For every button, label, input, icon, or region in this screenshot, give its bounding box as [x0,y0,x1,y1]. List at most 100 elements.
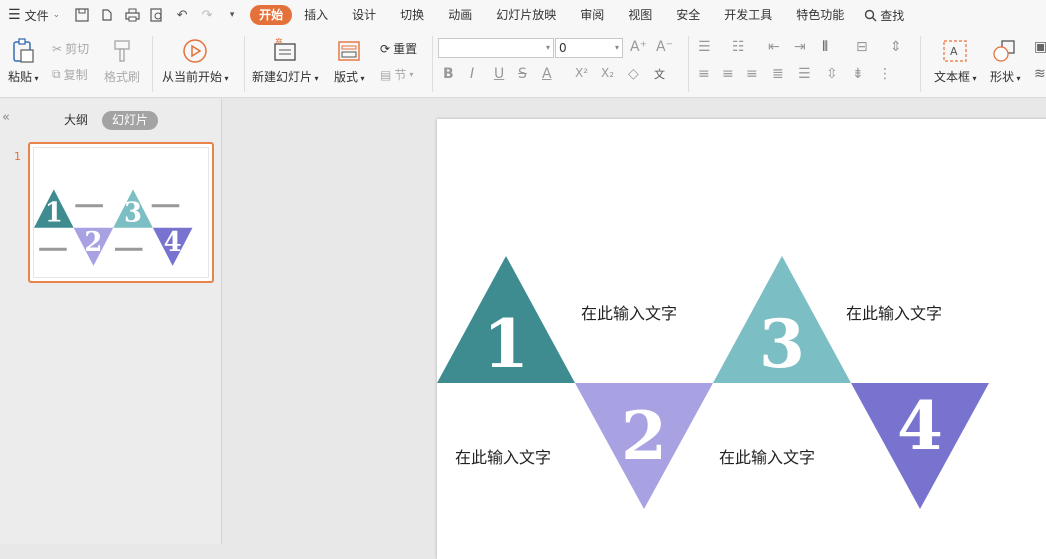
text-direction-icon[interactable]: ⊟ [856,39,868,55]
paste-button[interactable]: 粘贴 ▾ [8,38,39,85]
brush-icon [112,38,132,64]
align-left-icon[interactable]: ≡ [698,66,710,82]
collapse-panel-icon[interactable]: « [2,110,10,125]
bold-icon[interactable]: B [443,66,454,82]
cut-label: 剪切 [65,42,90,56]
tab-insert[interactable]: 插入 [292,5,340,25]
play-from-current-label: 从当前开始 [162,70,223,84]
section-icon: ▤ [380,67,392,82]
vertical-align-icon[interactable]: ⇳ [826,66,838,82]
copy-button[interactable]: ⧉ 复制 [52,66,88,83]
triangle-number-4: 4 [897,387,943,465]
chevron-down-icon: ⌄ [52,10,61,20]
text-placeholder-1[interactable]: 在此输入文字 [581,300,677,324]
subscript-icon[interactable]: X₂ [601,66,614,80]
italic-icon[interactable]: I [470,66,474,82]
picture-icon[interactable]: ▣ [1034,39,1046,55]
align-right-icon[interactable]: ≡ [746,66,758,82]
quick-access-more-icon[interactable]: ▾ [224,7,240,23]
increase-indent-icon[interactable]: ⇥ [794,39,806,55]
font-size-select[interactable]: 0 ▾ [555,38,623,58]
chevron-down-icon: ▾ [409,70,414,79]
tab-view[interactable]: 视图 [616,5,664,25]
triangle-shapes: 1 2 3 4 [437,256,989,509]
play-icon [182,38,208,64]
justify-icon[interactable]: ≣ [772,66,784,82]
text-placeholder-3[interactable]: 在此输入文字 [846,300,942,324]
line-spacing-icon[interactable]: ⇕ [890,39,902,55]
copy-label: 复制 [63,68,88,82]
font-color-icon[interactable]: A [542,66,552,82]
svg-text:✲: ✲ [275,38,283,47]
slide-canvas[interactable]: 1 2 3 4 在此输入文字 在此输入文字 在此输入文字 在此输入文字 [437,119,1046,559]
scissors-icon: ✂ [52,41,63,56]
bullet-list-icon[interactable]: ☰ [698,39,711,55]
new-slide-button[interactable]: ✲ 新建幻灯片 ▾ [252,38,319,85]
tab-outline[interactable]: 大纲 [64,111,88,130]
redo-icon[interactable]: ↷ [199,7,215,23]
tab-slides[interactable]: 幻灯片 [102,111,159,130]
shape-button[interactable]: 形状 ▾ [990,38,1021,85]
section-button[interactable]: ▤ 节 ▾ [380,66,413,83]
phonetic-guide-icon[interactable]: 文 [654,66,665,82]
tab-security[interactable]: 安全 [664,5,712,25]
svg-text:1: 1 [45,197,63,229]
increase-font-icon[interactable]: A⁺ [630,39,647,55]
tab-developer[interactable]: 开发工具 [712,5,784,25]
file-menu[interactable]: ☰ 文件 ⌄ [0,0,68,30]
tab-special-features[interactable]: 特色功能 [784,5,856,25]
print-preview-icon[interactable] [149,7,165,23]
reset-label: 重置 [393,42,418,56]
distribute-icon[interactable]: ☰ [798,66,811,82]
save-icon[interactable] [74,7,90,23]
tab-home[interactable]: 开始 [250,5,293,25]
cut-button[interactable]: ✂ 剪切 [52,40,89,57]
layout-label: 版式 [334,70,359,84]
slide-thumbnail[interactable]: 1 2 3 4 [28,142,214,283]
text-box-button[interactable]: A 文本框 ▾ [934,38,977,85]
chevron-down-icon: ▾ [614,43,619,52]
copy-icon: ⧉ [52,67,61,81]
decrease-font-icon[interactable]: A⁻ [656,39,673,55]
superscript-icon[interactable]: X² [575,66,588,80]
tab-slideshow[interactable]: 幻灯片放映 [484,5,568,25]
chevron-down-icon: ▾ [970,74,977,83]
layout-button[interactable]: 版式 ▾ [334,38,365,85]
undo-icon[interactable]: ↶ [174,7,190,23]
print-icon[interactable] [124,7,140,23]
play-from-current-button[interactable]: 从当前开始 ▾ [162,38,229,85]
align-center-icon[interactable]: ≡ [722,66,734,82]
chevron-down-icon: ▾ [312,74,319,83]
shape-label: 形状 [990,70,1015,84]
columns-icon[interactable]: ⦀ [822,39,828,55]
strikethrough-icon[interactable]: S [518,66,527,82]
svg-text:4: 4 [164,226,182,258]
paragraph-spacing-icon[interactable]: ⇟ [852,66,864,82]
quick-access-toolbar: ↶ ↷ ▾ [74,7,240,23]
numbered-list-icon[interactable]: ☷ [732,39,745,55]
reset-button[interactable]: ⟳ 重置 [380,40,417,57]
text-box-label: 文本框 [934,70,971,84]
file-menu-label: 文件 [24,8,49,23]
hamburger-icon: ☰ [8,7,21,23]
tab-animations[interactable]: 动画 [436,5,484,25]
section-label: 节 [394,68,407,82]
layout-icon [336,38,362,64]
tab-design[interactable]: 设计 [340,5,388,25]
text-placeholder-4[interactable]: 在此输入文字 [719,444,815,468]
format-painter-button[interactable]: 格式刷 [104,38,140,85]
clear-format-icon[interactable]: ◇ [628,66,639,82]
decrease-indent-icon[interactable]: ⇤ [768,39,780,55]
ribbon-toolbar: 粘贴 ▾ ✂ 剪切 ⧉ 复制 格式刷 从当前开始 ▾ ✲ 新建幻灯片 ▾ 版式 ▾ … [0,30,1046,98]
more-tools-icon[interactable]: ≋ [1034,66,1046,82]
smart-art-icon[interactable]: ⋮ [878,66,892,82]
font-family-select[interactable]: ▾ [438,38,554,58]
text-placeholder-2[interactable]: 在此输入文字 [455,444,551,468]
underline-icon[interactable]: U [494,66,504,82]
tab-transitions[interactable]: 切换 [388,5,436,25]
tab-review[interactable]: 审阅 [568,5,616,25]
new-slide-label: 新建幻灯片 [252,70,313,84]
search-button[interactable]: 查找 [864,7,904,24]
export-pdf-icon[interactable] [99,7,115,23]
chevron-down-icon: ▾ [358,74,365,83]
